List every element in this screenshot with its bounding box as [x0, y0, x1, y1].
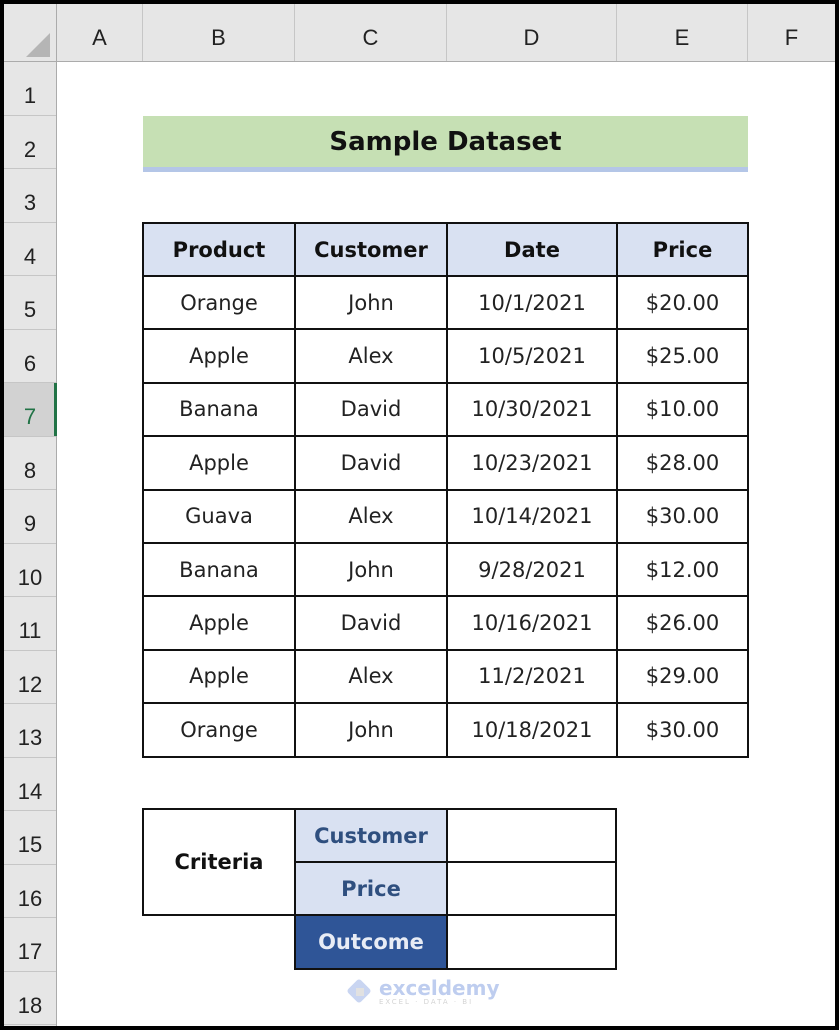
- table-cell-customer[interactable]: Alex: [294, 488, 448, 544]
- row-header-6[interactable]: 6: [4, 330, 56, 383]
- table-cell-price[interactable]: $28.00: [616, 435, 749, 491]
- column-header-a[interactable]: A: [57, 4, 143, 61]
- table-cell-product[interactable]: Apple: [142, 648, 296, 705]
- table-cell-product[interactable]: Banana: [142, 542, 296, 598]
- column-header-d[interactable]: D: [447, 4, 617, 61]
- criteria-customer-label[interactable]: Customer: [294, 808, 448, 863]
- table-cell-customer[interactable]: Alex: [294, 328, 448, 384]
- column-header-b[interactable]: B: [143, 4, 295, 61]
- row-header-9[interactable]: 9: [4, 490, 56, 544]
- table-cell-date[interactable]: 10/30/2021: [446, 381, 618, 438]
- row-header-13[interactable]: 13: [4, 704, 56, 758]
- row-header-2[interactable]: 2: [4, 116, 56, 169]
- row-header-12[interactable]: 12: [4, 651, 56, 704]
- table-cell-customer[interactable]: John: [294, 542, 448, 598]
- exceldemy-watermark: exceldemy EXCEL · DATA · BI: [346, 976, 500, 1006]
- column-header-bar: A B C D E F: [4, 4, 835, 62]
- header-product[interactable]: Product: [142, 222, 296, 277]
- table-cell-customer[interactable]: John: [294, 275, 448, 331]
- row-header-16[interactable]: 16: [4, 865, 56, 918]
- column-header-f[interactable]: F: [748, 4, 835, 61]
- select-all-icon: [26, 33, 50, 57]
- outcome-value[interactable]: [446, 914, 617, 970]
- table-cell-customer[interactable]: David: [294, 595, 448, 651]
- table-cell-customer[interactable]: Alex: [294, 648, 448, 705]
- table-cell-price[interactable]: $25.00: [616, 328, 749, 384]
- row-header-4[interactable]: 4: [4, 223, 56, 276]
- table-cell-date[interactable]: 11/2/2021: [446, 648, 618, 705]
- watermark-name: exceldemy: [379, 976, 500, 1000]
- row-header-8[interactable]: 8: [4, 437, 56, 490]
- criteria-price-input[interactable]: [446, 861, 617, 916]
- table-cell-price[interactable]: $10.00: [616, 381, 749, 438]
- column-header-c[interactable]: C: [295, 4, 447, 61]
- criteria-customer-input[interactable]: [446, 808, 617, 863]
- row-header-bar: 1 2 3 4 5 6 7 8 9 10 11 12 13 14 15 16 17 18: [4, 62, 57, 1026]
- criteria-price-label[interactable]: Price: [294, 861, 448, 916]
- table-cell-date[interactable]: 10/5/2021: [446, 328, 618, 384]
- row-header-7[interactable]: 7: [4, 383, 57, 437]
- table-cell-date[interactable]: 9/28/2021: [446, 542, 618, 598]
- row-header-11[interactable]: 11: [4, 597, 56, 651]
- table-cell-date[interactable]: 10/18/2021: [446, 702, 618, 758]
- table-cell-customer[interactable]: David: [294, 381, 448, 438]
- table-cell-product[interactable]: Apple: [142, 328, 296, 384]
- table-cell-product[interactable]: Orange: [142, 702, 296, 758]
- column-header-e[interactable]: E: [617, 4, 748, 61]
- select-all-button[interactable]: [4, 4, 57, 62]
- table-cell-date[interactable]: 10/16/2021: [446, 595, 618, 651]
- exceldemy-logo-icon: [346, 978, 373, 1005]
- outcome-label[interactable]: Outcome: [294, 914, 448, 970]
- table-cell-price[interactable]: $20.00: [616, 275, 749, 331]
- table-cell-customer[interactable]: John: [294, 702, 448, 758]
- table-cell-customer[interactable]: David: [294, 435, 448, 491]
- table-cell-price[interactable]: $12.00: [616, 542, 749, 598]
- table-cell-price[interactable]: $30.00: [616, 488, 749, 544]
- table-cell-product[interactable]: Apple: [142, 595, 296, 651]
- table-cell-product[interactable]: Banana: [142, 381, 296, 438]
- header-date[interactable]: Date: [446, 222, 618, 277]
- header-customer[interactable]: Customer: [294, 222, 448, 277]
- table-cell-product[interactable]: Apple: [142, 435, 296, 491]
- table-cell-product[interactable]: Guava: [142, 488, 296, 544]
- table-cell-date[interactable]: 10/1/2021: [446, 275, 618, 331]
- row-header-5[interactable]: 5: [4, 276, 56, 330]
- table-cell-date[interactable]: 10/14/2021: [446, 488, 618, 544]
- row-header-10[interactable]: 10: [4, 544, 56, 597]
- row-header-17[interactable]: 17: [4, 918, 56, 972]
- table-cell-product[interactable]: Orange: [142, 275, 296, 331]
- header-price[interactable]: Price: [616, 222, 749, 277]
- row-header-18[interactable]: 18: [4, 972, 56, 1025]
- title-cell[interactable]: Sample Dataset: [143, 116, 748, 172]
- table-cell-price[interactable]: $29.00: [616, 648, 749, 705]
- table-cell-date[interactable]: 10/23/2021: [446, 435, 618, 491]
- row-header-3[interactable]: 3: [4, 169, 56, 223]
- table-cell-price[interactable]: $30.00: [616, 702, 749, 758]
- criteria-label[interactable]: Criteria: [142, 808, 296, 916]
- spreadsheet: A B C D E F 1 2 3 4 5 6 7 8 9 10 11 12 13 14 15 16 17 18 …: [4, 4, 835, 1026]
- watermark-tagline: EXCEL · DATA · BI: [379, 998, 474, 1006]
- table-cell-price[interactable]: $26.00: [616, 595, 749, 651]
- row-header-1[interactable]: 1: [4, 62, 56, 116]
- row-header-14[interactable]: 14: [4, 758, 56, 811]
- row-header-15[interactable]: 15: [4, 811, 56, 865]
